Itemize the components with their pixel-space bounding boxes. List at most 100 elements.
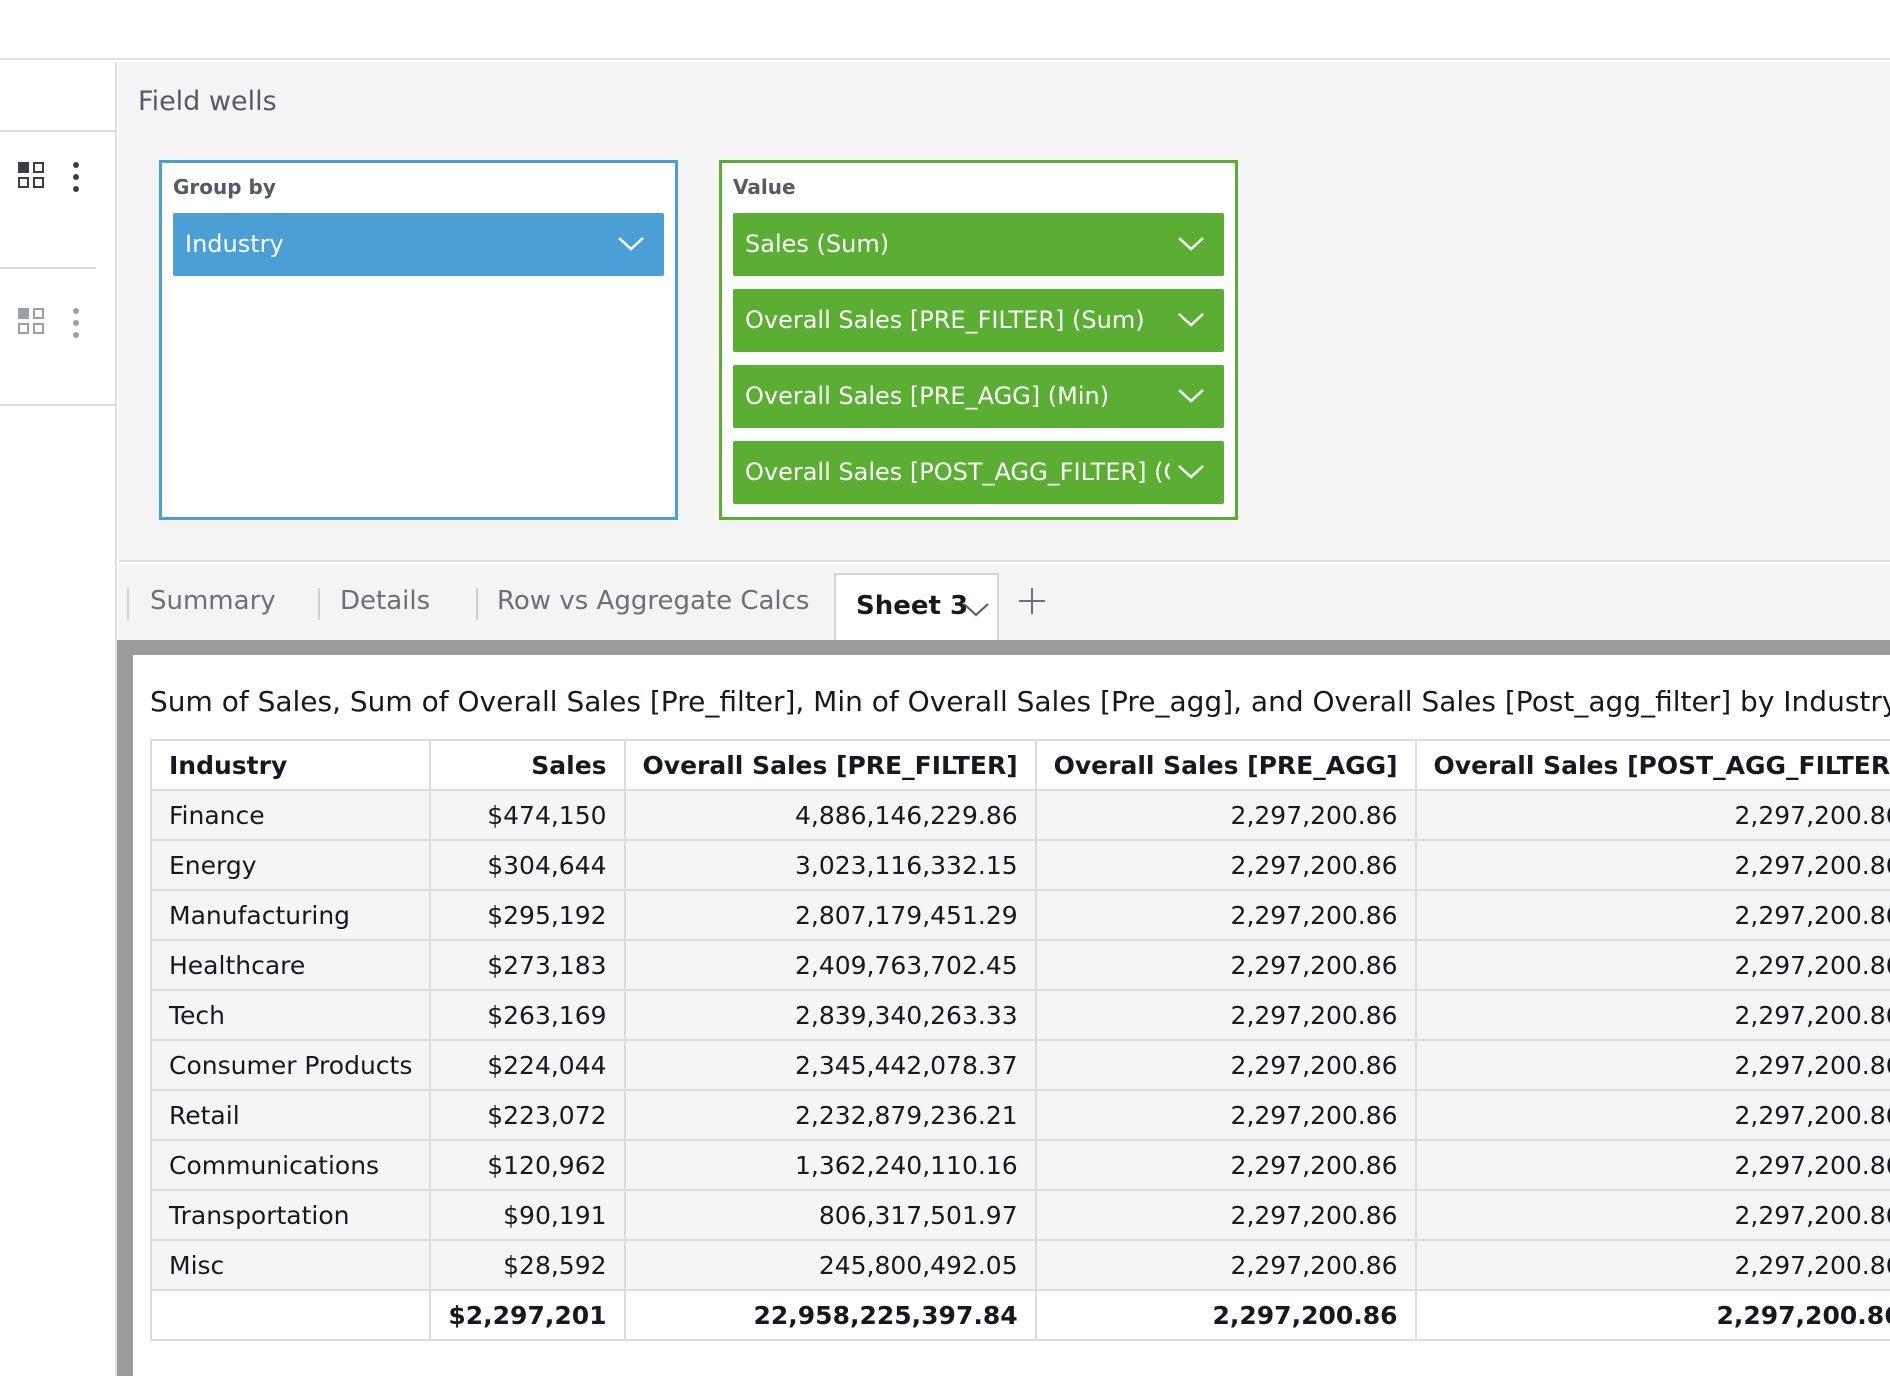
visual-title: Sum of Sales, Sum of Overall Sales [Pre_… (150, 685, 1890, 718)
table-cell: Healthcare (149, 939, 432, 991)
table-visual[interactable]: Sum of Sales, Sum of Overall Sales [Pre_… (133, 655, 1890, 1376)
table-cell: 2,297,200.86 (1034, 889, 1417, 941)
table-header-row: Industry Sales Overall Sales [PRE_FILTER] O… (149, 739, 1890, 791)
table-cell: 2,297,200.86 (1034, 1039, 1417, 1091)
table-cell: 2,232,879,236.21 (623, 1089, 1037, 1141)
table-cell: $295,192 (429, 889, 626, 941)
visual-layout-icon[interactable] (18, 308, 46, 336)
value-well[interactable]: Value Sales (Sum) Overall Sales [PRE_FIL… (719, 160, 1238, 520)
table-row[interactable]: Misc $28,592 245,800,492.05 2,297,200.86 2,2… (149, 1239, 1890, 1291)
value-field-pre-agg-min[interactable]: Overall Sales [PRE_AGG] (Min) (733, 365, 1224, 428)
table-body: Finance $474,150 4,886,146,229.86 2,297,200… (149, 789, 1890, 1291)
field-label: Overall Sales [POST_AGG_FILTER] (Cus (745, 458, 1170, 486)
field-label: Overall Sales [PRE_AGG] (Min) (745, 382, 1110, 410)
value-field-post-agg-filter[interactable]: Overall Sales [POST_AGG_FILTER] (Cus (733, 441, 1224, 504)
table-cell: 2,297,200.86 (1034, 939, 1417, 991)
table-cell: 2,297,200.86 (1414, 1239, 1890, 1291)
table-cell: 2,409,763,702.45 (623, 939, 1037, 991)
field-label: Industry (185, 230, 284, 258)
table-cell: Retail (149, 1089, 432, 1141)
table-cell: Transportation (149, 1189, 432, 1241)
table-cell: 2,297,200.86 (1034, 1239, 1417, 1291)
value-label: Value (733, 175, 796, 199)
tab-row-vs-aggregate-calcs[interactable]: Row vs Aggregate Calcs (497, 586, 809, 616)
table-row[interactable]: Finance $474,150 4,886,146,229.86 2,297,200… (149, 789, 1890, 841)
table-row[interactable]: Retail $223,072 2,232,879,236.21 2,297,200.… (149, 1089, 1890, 1141)
total-cell (149, 1289, 432, 1341)
more-options-icon[interactable] (72, 308, 80, 338)
tab-sheet-3[interactable]: Sheet 3 (834, 573, 999, 640)
table-row[interactable]: Consumer Products $224,044 2,345,442,078.3… (149, 1039, 1890, 1091)
table-cell: 245,800,492.05 (623, 1239, 1037, 1291)
table-cell: 3,023,116,332.15 (623, 839, 1037, 891)
table-row[interactable]: Energy $304,644 3,023,116,332.15 2,297,200.… (149, 839, 1890, 891)
table-cell: $120,962 (429, 1139, 626, 1191)
table-cell: 2,297,200.86 (1034, 789, 1417, 841)
total-cell: 2,297,200.86 (1034, 1289, 1417, 1341)
visual-layout-icon[interactable] (18, 162, 46, 190)
table-cell: 2,297,200.86 (1414, 1039, 1890, 1091)
table-row[interactable]: Communications $120,962 1,362,240,110.16 2,… (149, 1139, 1890, 1191)
table-cell: $304,644 (429, 839, 626, 891)
table-cell: Energy (149, 839, 432, 891)
field-wells-panel: Field wells Group by Industry Value Sale… (119, 62, 1890, 562)
add-sheet-icon[interactable] (1017, 586, 1047, 616)
table-cell: Communications (149, 1139, 432, 1191)
column-header[interactable]: Sales (429, 739, 626, 791)
more-options-icon[interactable] (72, 162, 80, 192)
analysis-canvas: Sum of Sales, Sum of Overall Sales [Pre_… (117, 640, 1890, 1376)
table-cell: $474,150 (429, 789, 626, 841)
table-cell: 2,297,200.86 (1414, 989, 1890, 1041)
group-by-field-industry[interactable]: Industry (173, 213, 664, 276)
chevron-down-icon[interactable] (618, 237, 644, 251)
table-cell: 2,807,179,451.29 (623, 889, 1037, 941)
table-cell: 2,297,200.86 (1414, 1189, 1890, 1241)
column-header[interactable]: Overall Sales [POST_AGG_FILTER] (1414, 739, 1890, 791)
table-cell: Misc (149, 1239, 432, 1291)
table-cell: 2,297,200.86 (1034, 1139, 1417, 1191)
total-cell: 22,958,225,397.84 (623, 1289, 1037, 1341)
table-row[interactable]: Transportation $90,191 806,317,501.97 2,297… (149, 1189, 1890, 1241)
chevron-down-icon[interactable] (1178, 313, 1204, 327)
chevron-down-icon[interactable] (1178, 237, 1204, 251)
value-field-sales-sum[interactable]: Sales (Sum) (733, 213, 1224, 276)
table-cell: 1,362,240,110.16 (623, 1139, 1037, 1191)
table-cell: $273,183 (429, 939, 626, 991)
table-cell: 806,317,501.97 (623, 1189, 1037, 1241)
value-field-pre-filter-sum[interactable]: Overall Sales [PRE_FILTER] (Sum) (733, 289, 1224, 352)
table-cell: 2,297,200.86 (1414, 789, 1890, 841)
rail-divider (0, 130, 117, 132)
rail-divider (0, 267, 96, 269)
table-totals-row: $2,297,201 22,958,225,397.84 2,297,200.86 2… (149, 1289, 1890, 1341)
table-cell: $224,044 (429, 1039, 626, 1091)
column-header[interactable]: Industry (149, 739, 432, 791)
table-cell: 2,297,200.86 (1414, 1089, 1890, 1141)
table-cell: $223,072 (429, 1089, 626, 1141)
tab-summary[interactable]: Summary (150, 586, 276, 616)
chevron-down-icon[interactable] (1178, 465, 1204, 479)
tab-separator (127, 588, 129, 620)
chevron-down-icon[interactable] (1178, 389, 1204, 403)
tab-details[interactable]: Details (340, 586, 430, 616)
table-cell: 2,297,200.86 (1414, 839, 1890, 891)
table-cell: 2,297,200.86 (1414, 1139, 1890, 1191)
table-row[interactable]: Manufacturing $295,192 2,807,179,451.29 2,2… (149, 889, 1890, 941)
field-label: Sales (Sum) (745, 230, 890, 258)
table-cell: 2,839,340,263.33 (623, 989, 1037, 1041)
table-cell: 2,297,200.86 (1034, 1189, 1417, 1241)
group-by-well[interactable]: Group by Industry (159, 160, 678, 520)
total-cell: 2,297,200.86 (1414, 1289, 1890, 1341)
table-cell: Tech (149, 989, 432, 1041)
table-cell: $90,191 (429, 1189, 626, 1241)
top-bar (0, 0, 1890, 60)
table-cell: 2,297,200.86 (1414, 939, 1890, 991)
table-cell: Finance (149, 789, 432, 841)
table-cell: 2,297,200.86 (1414, 889, 1890, 941)
column-header[interactable]: Overall Sales [PRE_AGG] (1034, 739, 1417, 791)
table-row[interactable]: Tech $263,169 2,839,340,263.33 2,297,200.86… (149, 989, 1890, 1041)
table-cell: $28,592 (429, 1239, 626, 1291)
table-row[interactable]: Healthcare $273,183 2,409,763,702.45 2,297,… (149, 939, 1890, 991)
chevron-down-icon[interactable] (963, 603, 989, 617)
column-header[interactable]: Overall Sales [PRE_FILTER] (623, 739, 1037, 791)
table-cell: $263,169 (429, 989, 626, 1041)
